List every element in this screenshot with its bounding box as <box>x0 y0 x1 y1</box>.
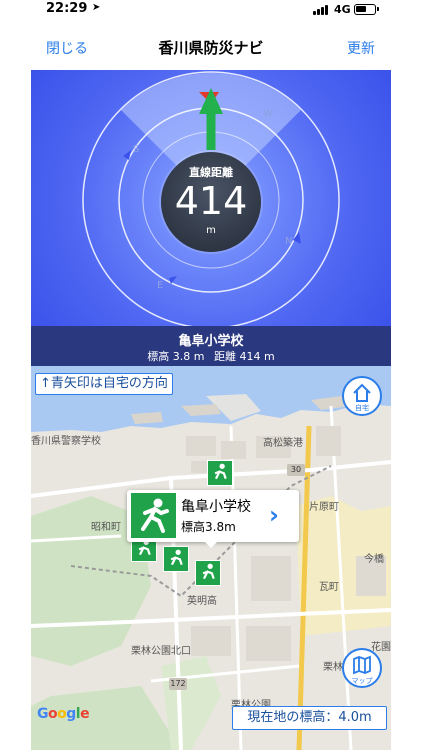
compass-panel: W S N E 直線距離 414 m <box>31 70 391 326</box>
shelter-marker[interactable] <box>207 460 233 486</box>
callout-elevation: 標高3.8m <box>181 520 236 534</box>
compass-dir-s: S <box>133 144 139 155</box>
map-icon <box>353 655 371 675</box>
shelter-distance: 距離 414 m <box>213 350 275 363</box>
status-time: 22:29 <box>46 1 88 16</box>
status-bar: 22:29 ➤ 4G <box>0 0 422 22</box>
shelter-marker[interactable] <box>163 546 189 572</box>
shelter-callout[interactable]: 亀阜小学校 標高3.8m › <box>127 490 299 548</box>
map-label-showa: 昭和町 <box>91 522 121 533</box>
compass-dir-w: W <box>263 108 273 119</box>
map-background <box>31 366 391 750</box>
compass-dir-n: N <box>285 236 292 247</box>
compass-dir-e: E <box>157 280 163 291</box>
map-label-kawaramachi: 瓦町 <box>319 582 339 593</box>
map-label-kurin: 栗林 <box>323 662 343 673</box>
distance-label: 直線距離 <box>189 166 233 179</box>
map-button[interactable]: マップ <box>342 648 382 688</box>
location-arrow-icon: ➤ <box>92 2 101 13</box>
distance-value: 414 <box>174 179 248 223</box>
home-icon <box>353 383 371 402</box>
map-label-hanazono: 花園 <box>371 642 391 653</box>
home-button-label: 自宅 <box>355 404 369 412</box>
shelter-marker[interactable] <box>195 560 221 586</box>
callout-name: 亀阜小学校 <box>181 499 251 515</box>
road-number-30: 30 <box>287 464 305 476</box>
road-number-172: 172 <box>169 678 187 690</box>
refresh-button[interactable]: 更新 <box>347 38 375 58</box>
callout-tail <box>205 542 217 548</box>
shelter-info-bar: 亀阜小学校 標高 3.8 m 距離 414 m <box>31 326 391 366</box>
map-label-imabashi: 今橋 <box>364 554 384 565</box>
home-button[interactable]: 自宅 <box>342 376 382 416</box>
distance-unit: m <box>206 225 216 236</box>
battery-icon <box>354 4 379 15</box>
map-label-takamatsu-chikko: 高松築港 <box>263 438 303 449</box>
map-view[interactable]: ↑青矢印は自宅の方向 自宅 香川県警察学校 高松築港 昭和町 片原町 今橋 瓦町… <box>31 366 391 750</box>
signal-icon <box>313 5 331 15</box>
map-label-ritsurin-kita: 栗林公園北口 <box>131 646 191 657</box>
map-button-label: マップ <box>351 677 373 685</box>
map-label-katahara: 片原町 <box>309 502 339 513</box>
nav-bar: 閉じる 香川県防災ナビ 更新 <box>31 22 391 70</box>
map-label-eimei: 英明高 <box>187 596 217 607</box>
direction-hint-label: ↑青矢印は自宅の方向 <box>35 373 173 395</box>
current-elevation: 現在地の標高：4.0m <box>232 706 387 730</box>
emergency-exit-icon <box>131 493 176 538</box>
shelter-elevation: 標高 3.8 m <box>147 350 205 363</box>
map-label-police-school: 香川県警察学校 <box>31 436 101 447</box>
google-logo: Google <box>37 706 90 722</box>
network-type: 4G <box>334 3 351 16</box>
chevron-right-icon[interactable]: › <box>269 501 279 529</box>
shelter-detail: 標高 3.8 m 距離 414 m <box>31 348 391 364</box>
page-title: 香川県防災ナビ <box>158 39 264 57</box>
distance-display: 直線距離 414 m <box>161 152 261 252</box>
shelter-name: 亀阜小学校 <box>178 334 244 349</box>
